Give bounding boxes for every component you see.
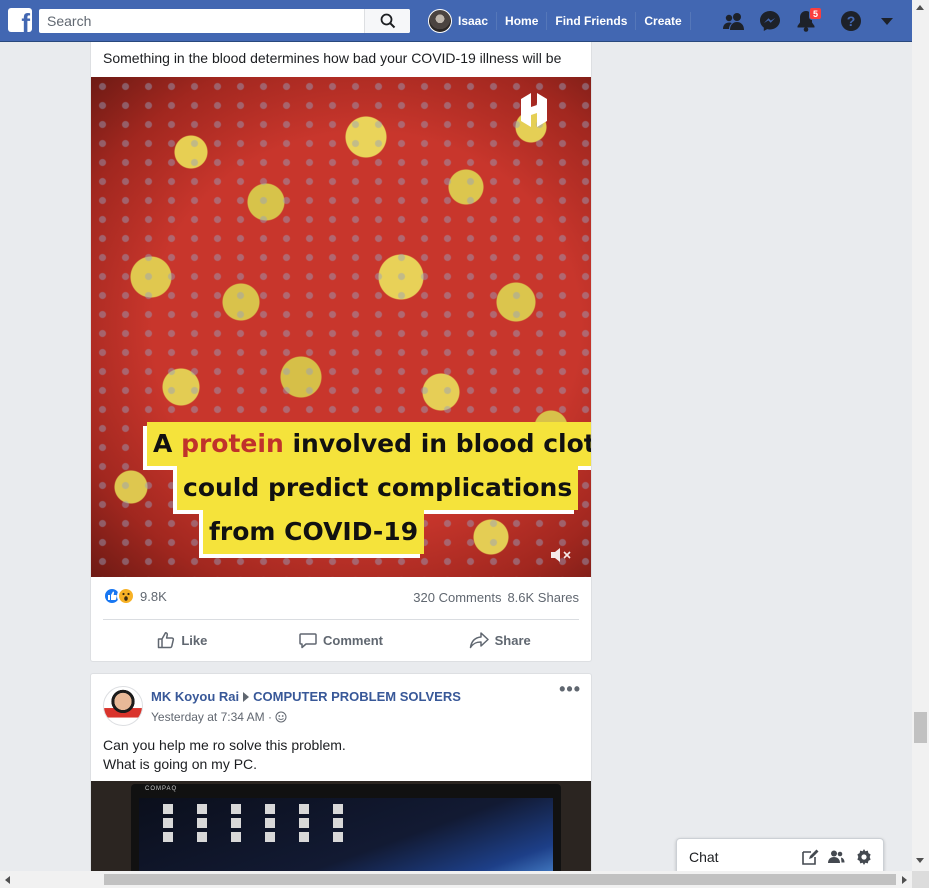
post-text: Can you help me ro solve this problem. W… [103,736,346,774]
group-audience-icon [275,711,287,723]
video-caption-line-2: could predict complications [177,466,579,510]
new-message-icon[interactable] [801,848,819,866]
share-button[interactable]: Share [420,624,579,656]
thumbs-up-icon [158,632,175,649]
mute-icon[interactable] [549,545,573,565]
help-icon[interactable]: ? [839,9,863,33]
caption-prefix: A [153,429,182,458]
horizontal-scrollbar[interactable] [0,871,912,888]
create-group-icon[interactable] [827,848,845,866]
post-meta: Yesterday at 7:34 AM · [151,710,287,724]
video-caption-line-1: A protein involved in blood clotting [147,422,591,466]
home-link[interactable]: Home [497,9,546,33]
more-options-icon[interactable]: ••• [559,680,581,698]
top-nav-links: Isaac Home Find Friends Create [420,0,691,42]
profile-name: Isaac [458,14,489,28]
avatar [428,9,452,33]
news-feed-post: MK Koyou Rai COMPUTER PROBLEM SOLVERS Ye… [90,673,592,888]
friend-requests-icon[interactable] [722,9,746,33]
chevron-down-icon[interactable] [875,9,899,33]
reactions-summary[interactable]: 9.8K [103,587,167,605]
comment-icon [299,633,317,649]
scroll-right-arrow-icon[interactable] [902,876,907,884]
post-stats: 320 Comments 8.6K Shares [413,590,579,605]
post-timestamp[interactable]: Yesterday at 7:34 AM · [151,710,272,724]
search-box [39,9,410,33]
scroll-left-arrow-icon[interactable] [5,876,10,884]
svg-text:?: ? [847,13,856,29]
messenger-icon[interactable] [758,9,782,33]
like-label: Like [181,632,208,648]
post-text-line: Can you help me ro solve this problem. [103,737,346,753]
comments-count-link[interactable]: 320 Comments [413,590,501,605]
author-name-link[interactable]: MK Koyou Rai [151,689,239,704]
search-button[interactable] [364,9,410,33]
post-author-line: MK Koyou Rai COMPUTER PROBLEM SOLVERS [151,689,461,704]
find-friends-link[interactable]: Find Friends [547,9,635,33]
like-button[interactable]: Like [103,624,262,656]
facebook-logo-icon[interactable]: f [8,8,32,32]
share-label: Share [494,632,531,648]
shares-count-link[interactable]: 8.6K Shares [507,590,579,605]
comment-label: Comment [323,632,383,648]
share-icon [469,632,489,649]
caption-suffix: involved in blood clotting [292,429,591,458]
scroll-up-arrow-icon[interactable] [916,5,924,10]
post-text: Something in the blood determines how ba… [103,50,562,66]
publisher-logo-icon [521,93,547,127]
nav-divider [689,12,691,30]
post-video[interactable]: A protein involved in blood clotting cou… [91,77,591,577]
desktop-icons [153,804,353,842]
video-caption-line-3: from COVID-19 [203,510,425,554]
arrow-right-icon [243,691,250,702]
divider [103,619,579,620]
wow-reaction-icon [117,587,135,605]
scrollbar-corner [912,871,929,888]
avatar[interactable] [103,686,143,726]
post-text-line: What is going on my PC. [103,756,258,772]
chat-label: Chat [689,849,719,865]
news-feed-post: Something in the blood determines how ba… [90,42,592,662]
post-actions: Like Comment Share [103,624,579,656]
profile-link[interactable]: Isaac [420,9,496,33]
search-icon [380,13,395,29]
gear-icon[interactable] [855,848,873,866]
comment-button[interactable]: Comment [262,624,421,656]
vertical-scrollbar[interactable] [912,0,929,871]
search-input[interactable] [39,9,367,33]
vertical-scroll-thumb[interactable] [914,712,927,743]
notification-count-badge: 5 [809,7,822,20]
caption-highlight: protein [181,429,284,458]
horizontal-scroll-thumb[interactable] [104,874,896,885]
monitor-brand: COMPAQ [145,786,178,792]
create-link[interactable]: Create [636,9,689,33]
group-name-link[interactable]: COMPUTER PROBLEM SOLVERS [253,689,461,704]
top-navigation-bar: f Isaac Home Find Friends Create 5 ? [0,0,912,42]
chat-bar[interactable]: Chat [676,838,884,872]
reaction-count: 9.8K [140,588,167,604]
scroll-down-arrow-icon[interactable] [916,858,924,863]
